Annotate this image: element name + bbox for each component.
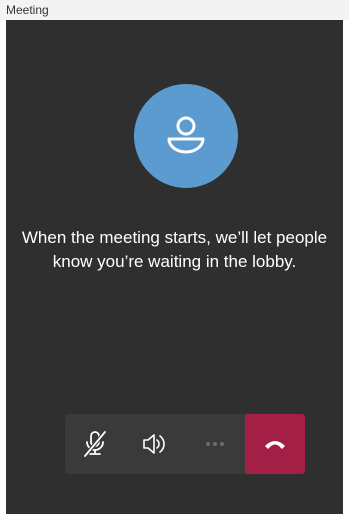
lobby-message: When the meeting starts, we’ll let peopl… <box>21 228 328 271</box>
speaker-button[interactable] <box>125 414 185 474</box>
meeting-window: Meeting When the meeting starts, we’ll l… <box>0 0 349 524</box>
hang-up-button[interactable] <box>245 414 305 474</box>
person-icon <box>167 116 205 154</box>
window-title: Meeting <box>0 0 349 20</box>
more-options-icon <box>206 442 224 446</box>
lobby-stage: When the meeting starts, we’ll let peopl… <box>6 20 343 514</box>
mic-off-icon <box>83 430 107 458</box>
more-options-button[interactable] <box>185 414 245 474</box>
call-controls-bar <box>65 414 305 474</box>
speaker-icon <box>143 434 165 454</box>
mute-button[interactable] <box>65 414 125 474</box>
avatar <box>134 84 238 188</box>
hang-up-icon <box>265 441 285 449</box>
